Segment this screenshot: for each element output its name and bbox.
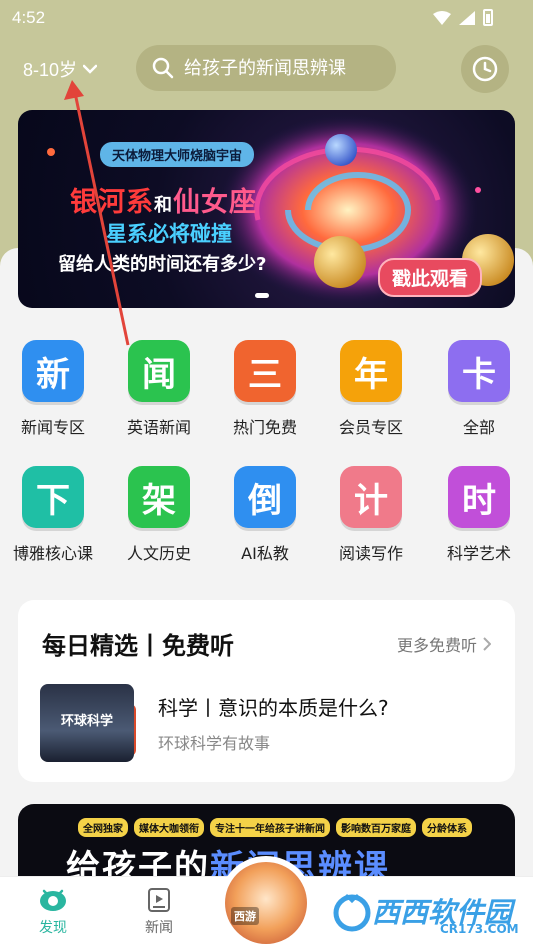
tab-label: 发现	[39, 920, 67, 936]
category-tile: 倒	[234, 466, 296, 528]
category-humanities-history[interactable]: 架 人文历史	[106, 466, 212, 564]
thumbnail-caption: 环球科学	[60, 714, 113, 729]
tab-label: 新闻	[145, 920, 173, 936]
status-time: 4:52	[12, 8, 46, 27]
status-bar: 4:52	[0, 0, 533, 36]
wifi-icon	[433, 10, 451, 25]
category-tile: 时	[448, 466, 510, 528]
banner-subheadline: 星系必将碰撞	[106, 222, 232, 246]
category-tile: 卡	[448, 340, 510, 402]
category-reading-writing[interactable]: 计 阅读写作	[318, 466, 424, 564]
battery-icon	[483, 9, 493, 26]
chevron-right-icon	[483, 637, 491, 651]
watermark-logo-icon	[333, 893, 371, 932]
promo-tag: 分龄体系	[422, 818, 472, 837]
category-label: 全部	[462, 418, 495, 437]
more-free-label: 更多免费听	[396, 636, 477, 655]
banner-tag: 天体物理大师烧脑宇宙	[100, 142, 255, 167]
category-label: 新闻专区	[20, 418, 85, 437]
category-science-art[interactable]: 时 科学艺术	[426, 466, 532, 564]
chevron-down-icon	[83, 64, 98, 74]
category-tile: 新	[22, 340, 84, 402]
category-label: 阅读写作	[338, 544, 403, 563]
promo-tag: 专注十一年给孩子讲新闻	[210, 818, 330, 837]
daily-item-thumbnail[interactable]: 环球科学	[40, 684, 134, 762]
banner-headline-c: 仙女座	[173, 187, 257, 218]
category-label: 会员专区	[338, 418, 403, 437]
category-liberal-arts[interactable]: 下 博雅核心课	[0, 466, 106, 564]
center-feature-button[interactable]: 西游	[219, 856, 313, 948]
news-play-icon	[148, 888, 170, 912]
clock-icon	[472, 56, 498, 82]
daily-picks-title: 每日精选丨免费听	[42, 632, 234, 660]
banner-headline-a: 银河系	[70, 187, 154, 218]
banner-headline: 银河系和仙女座	[70, 180, 257, 219]
history-button[interactable]	[461, 45, 509, 93]
category-label: 博雅核心课	[12, 544, 93, 563]
banner-watch-button[interactable]: 戳此观看	[378, 258, 483, 297]
promo-tag: 全网独家	[78, 818, 128, 837]
center-feature-label: 西游	[231, 907, 259, 925]
category-tile: 三	[234, 340, 296, 402]
daily-picks-card: 每日精选丨免费听 更多免费听 环球科学 科学丨意识的本质是什么? 环球科学有故事	[18, 600, 515, 782]
category-hot-free[interactable]: 三 热门免费	[212, 340, 318, 438]
category-tile: 年	[340, 340, 402, 402]
search-box[interactable]	[136, 45, 396, 91]
category-all[interactable]: 卡 全部	[426, 340, 532, 438]
search-icon	[152, 57, 174, 79]
category-english-news[interactable]: 闻 英语新闻	[106, 340, 212, 438]
promo-tags: 全网独家 媒体大咖领衔 专注十一年给孩子讲新闻 影响数百万家庭 分龄体系	[78, 818, 472, 837]
daily-item-title[interactable]: 科学丨意识的本质是什么?	[158, 692, 389, 721]
age-label: 8-10岁	[23, 60, 78, 80]
watermark-sub: CR173.COM	[440, 922, 519, 936]
category-member[interactable]: 年 会员专区	[318, 340, 424, 438]
promo-tag: 媒体大咖领衔	[134, 818, 204, 837]
status-icons	[433, 9, 493, 26]
category-label: 热门免费	[232, 418, 297, 437]
promo-tag: 影响数百万家庭	[336, 818, 416, 837]
promo-banner[interactable]: 天体物理大师烧脑宇宙 银河系和仙女座 星系必将碰撞 留给人类的时间还有多少? 戳…	[18, 110, 515, 308]
category-label: 英语新闻	[126, 418, 191, 437]
category-tile: 闻	[128, 340, 190, 402]
category-news[interactable]: 新 新闻专区	[0, 340, 106, 438]
center-feature-avatar: 西游	[225, 862, 307, 944]
category-label: AI私教	[241, 544, 289, 563]
age-selector[interactable]: 8-10岁	[23, 56, 98, 82]
category-tile: 架	[128, 466, 190, 528]
banner-page-indicator	[255, 293, 269, 298]
banner-headline-b: 和	[154, 195, 173, 216]
category-label: 人文历史	[126, 544, 191, 563]
tab-discover[interactable]: 发现	[18, 887, 88, 937]
signal-icon	[459, 10, 475, 25]
banner-question: 留给人类的时间还有多少?	[58, 254, 267, 275]
daily-item-subtitle: 环球科学有故事	[158, 734, 271, 753]
category-label: 科学艺术	[446, 544, 511, 563]
category-tile: 下	[22, 466, 84, 528]
search-input[interactable]	[184, 57, 384, 79]
category-ai-tutor[interactable]: 倒 AI私教	[212, 466, 318, 564]
eye-icon	[40, 889, 66, 911]
more-free-link[interactable]: 更多免费听	[397, 632, 491, 656]
site-watermark: 西西软件园 CR173.COM	[332, 880, 532, 942]
category-tile: 计	[340, 466, 402, 528]
tab-news[interactable]: 新闻	[124, 887, 194, 937]
